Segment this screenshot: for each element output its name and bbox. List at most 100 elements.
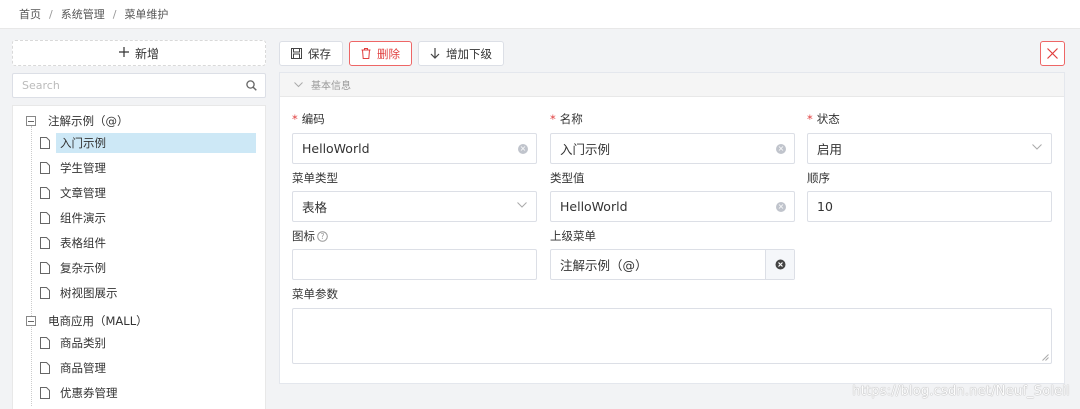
tree-node-label: 复杂示例 <box>60 261 106 275</box>
order-input[interactable]: 10 <box>807 191 1052 222</box>
status-value: 启用 <box>817 142 843 157</box>
icon-label-text: 图标 <box>292 229 315 243</box>
tree-node-label: 学生管理 <box>60 161 106 175</box>
search-icon[interactable] <box>246 80 257 94</box>
file-icon <box>40 162 50 174</box>
breadcrumb-separator: / <box>49 8 53 21</box>
add-child-label: 增加下级 <box>446 46 492 61</box>
collapse-icon[interactable] <box>26 316 36 326</box>
type-value-value: HelloWorld <box>560 199 628 214</box>
chevron-down-icon <box>294 81 303 87</box>
menu-tree: 注解示例（@） 入门示例 学生管理 文章管理 组件演示 表格组件 复杂示例 树视… <box>12 105 266 409</box>
parent-menu-input[interactable]: 注解示例（@） <box>550 249 795 280</box>
code-label-text: 编码 <box>301 112 325 126</box>
menu-type-value: 表格 <box>302 200 328 215</box>
file-icon <box>40 137 50 149</box>
tree-node-label: 电商应用（MALL） <box>48 314 148 328</box>
menu-params-label: 菜单参数 <box>292 287 338 301</box>
status-label-text: 状态 <box>816 112 840 126</box>
required-mark: * <box>550 112 556 126</box>
tree-node-group-mall[interactable]: 电商应用（MALL） <box>26 310 152 332</box>
close-button[interactable] <box>1040 41 1065 66</box>
save-button[interactable]: 保存 <box>279 41 343 66</box>
file-icon <box>40 337 50 349</box>
tree-node-label: 表格组件 <box>60 236 106 250</box>
icon-input[interactable] <box>292 249 537 280</box>
file-icon <box>40 237 50 249</box>
close-icon <box>1047 48 1058 59</box>
required-mark: * <box>292 112 298 126</box>
tree-search <box>12 73 266 98</box>
tree-node-label: 商品类别 <box>60 336 106 350</box>
icon-label: 图标 ? <box>292 228 328 244</box>
tree-node-leaf[interactable]: 入门示例 <box>40 132 256 154</box>
delete-label: 删除 <box>377 46 400 61</box>
resize-handle-icon[interactable] <box>1042 354 1049 361</box>
file-icon <box>40 387 50 399</box>
tree-node-leaf[interactable]: 文章管理 <box>40 182 110 204</box>
tree-node-leaf[interactable]: 表格组件 <box>40 232 110 254</box>
name-input[interactable]: 入门示例 × <box>550 133 795 164</box>
help-icon[interactable]: ? <box>317 230 328 242</box>
file-icon <box>40 362 50 374</box>
order-value: 10 <box>817 199 833 214</box>
status-select[interactable]: 启用 <box>807 133 1052 164</box>
tree-guide-line <box>31 126 32 406</box>
code-value: HelloWorld <box>302 141 370 156</box>
watermark: https://blog.csdn.net/Neuf_Soleil <box>852 384 1070 399</box>
tree-node-label: 文章管理 <box>60 186 106 200</box>
clear-circle-icon <box>775 259 785 270</box>
delete-button[interactable]: 删除 <box>349 41 412 66</box>
breadcrumb-home[interactable]: 首页 <box>19 8 41 21</box>
tree-node-label: 组件演示 <box>60 211 106 225</box>
clear-icon[interactable]: × <box>776 202 786 212</box>
code-input[interactable]: HelloWorld × <box>292 133 537 164</box>
tree-node-leaf[interactable]: 商品类别 <box>40 332 110 354</box>
required-mark: * <box>807 112 813 126</box>
add-menu-label: 新增 <box>134 46 159 61</box>
type-value-input[interactable]: HelloWorld × <box>550 191 795 222</box>
parent-menu-clear-addon[interactable] <box>765 250 794 279</box>
tree-node-leaf[interactable]: 商品管理 <box>40 357 110 379</box>
name-label: * 名称 <box>550 111 583 127</box>
name-value: 入门示例 <box>560 142 611 157</box>
clear-icon[interactable]: × <box>776 144 786 154</box>
chevron-down-icon <box>517 202 527 208</box>
breadcrumb-current: 菜单维护 <box>124 8 169 21</box>
menu-tree-panel: 新增 注解示例（@） 入门示例 学生管理 文章管理 组件演示 <box>12 40 266 409</box>
add-menu-button[interactable]: 新增 <box>12 40 266 66</box>
type-value-label: 类型值 <box>550 171 585 185</box>
collapse-icon[interactable] <box>26 116 36 126</box>
add-child-button[interactable]: 增加下级 <box>418 41 504 66</box>
trash-icon <box>361 48 371 59</box>
menu-params-textarea[interactable] <box>292 308 1052 364</box>
arrow-down-icon <box>430 48 440 59</box>
tree-node-label: 商品管理 <box>60 361 106 375</box>
search-input[interactable] <box>13 74 233 97</box>
menu-type-select[interactable]: 表格 <box>292 191 537 222</box>
tree-node-leaf[interactable]: 树视图展示 <box>40 282 122 304</box>
tree-node-leaf[interactable]: 学生管理 <box>40 157 110 179</box>
menu-type-label: 菜单类型 <box>292 171 338 185</box>
tree-node-leaf[interactable]: 组件演示 <box>40 207 110 229</box>
panel-header[interactable]: 基本信息 <box>280 73 1064 97</box>
tree-node-leaf[interactable]: 复杂示例 <box>40 257 110 279</box>
status-label: * 状态 <box>807 111 840 127</box>
toolbar: 保存 删除 增加下级 <box>279 40 1065 67</box>
tree-node-label: 优惠券管理 <box>60 386 118 400</box>
menu-detail-panel: 保存 删除 增加下级 基本信息 * 编码 * 名称 * 状态 HelloWorld ×… <box>279 40 1065 384</box>
tree-node-label: 入门示例 <box>56 133 256 153</box>
breadcrumb-separator: / <box>112 8 117 21</box>
breadcrumb: 首页 / 系统管理 / 菜单维护 <box>0 0 1080 29</box>
file-icon <box>40 212 50 224</box>
chevron-down-icon <box>1032 144 1042 150</box>
svg-text:?: ? <box>321 232 325 241</box>
tree-node-leaf[interactable]: 优惠券管理 <box>40 382 122 404</box>
name-label-text: 名称 <box>559 112 583 126</box>
breadcrumb-section[interactable]: 系统管理 <box>61 8 105 21</box>
clear-icon[interactable]: × <box>518 144 528 154</box>
tree-node-label: 树视图展示 <box>60 286 118 300</box>
tree-node-label: 注解示例（@） <box>48 114 129 128</box>
tree-node-group-annotation[interactable]: 注解示例（@） <box>26 110 133 132</box>
code-label: * 编码 <box>292 111 325 127</box>
